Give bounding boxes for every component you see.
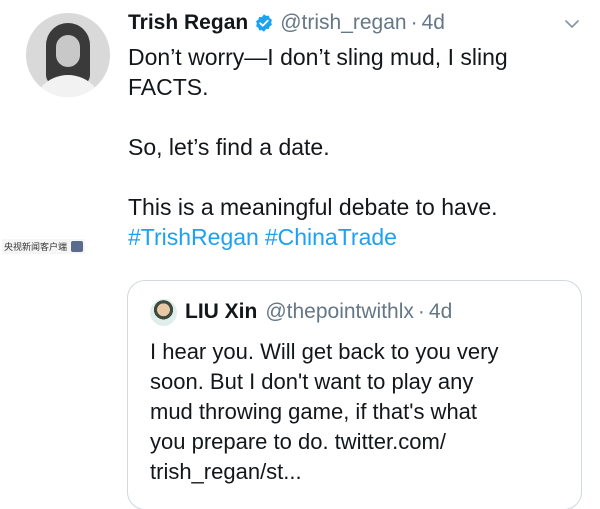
avatar-face — [56, 35, 80, 67]
tweet-header: Trish Regan @trish_regan · 4d — [128, 8, 445, 38]
quoted-author-handle: @thepointwithlx — [265, 300, 414, 323]
tweet-body: Don’t worry—I don’t sling mud, I sling F… — [128, 42, 583, 252]
quoted-text-line: trish_regan/st... — [150, 459, 302, 484]
author-handle[interactable]: @trish_regan — [280, 11, 406, 35]
avatar-shoulders — [32, 75, 104, 97]
verified-badge-icon — [254, 13, 274, 33]
quoted-timestamp: 4d — [428, 300, 453, 323]
tweet: Trish Regan @trish_regan · 4d Don’t worr… — [0, 0, 600, 509]
quoted-text-line: you prepare to do. twitter.com/ — [150, 429, 446, 454]
quoted-text-line: mud throwing game, if that's what — [150, 399, 478, 424]
quoted-text-line: I hear you. Will get back to you very — [150, 339, 499, 364]
header-separator: · — [410, 11, 418, 34]
tweet-text-line: Don’t worry—I don’t sling mud, I sling — [128, 44, 508, 70]
quoted-author-name: LIU Xin — [185, 300, 258, 323]
watermark-logo-icon — [71, 241, 84, 252]
tweet-text-line: This is a meaningful debate to have. — [128, 194, 498, 220]
quoted-tweet-header: LIU Xin @thepointwithlx · 4d — [150, 298, 452, 326]
quoted-author-avatar — [150, 298, 177, 326]
hashtag-row: #TrishRegan #ChinaTrade — [128, 222, 583, 252]
author-name[interactable]: Trish Regan — [128, 11, 248, 35]
quoted-text-line: soon. But I don't want to play any — [150, 369, 474, 394]
quoted-tweet[interactable]: LIU Xin @thepointwithlx · 4d I hear you.… — [127, 280, 582, 509]
chevron-down-icon[interactable] — [564, 16, 580, 32]
source-watermark: 央视新闻客户端 — [2, 239, 86, 254]
tweet-text-line: FACTS. — [128, 74, 209, 100]
watermark-text: 央视新闻客户端 — [4, 242, 68, 252]
author-avatar[interactable] — [26, 13, 110, 97]
quoted-header-separator: · — [417, 300, 425, 323]
hashtag-link[interactable]: #TrishRegan — [128, 224, 259, 250]
quoted-tweet-body: I hear you. Will get back to you very so… — [150, 337, 570, 487]
hashtag-link[interactable]: #ChinaTrade — [265, 224, 397, 250]
tweet-timestamp[interactable]: 4d — [422, 11, 445, 35]
tweet-text-line: So, let’s find a date. — [128, 134, 330, 160]
